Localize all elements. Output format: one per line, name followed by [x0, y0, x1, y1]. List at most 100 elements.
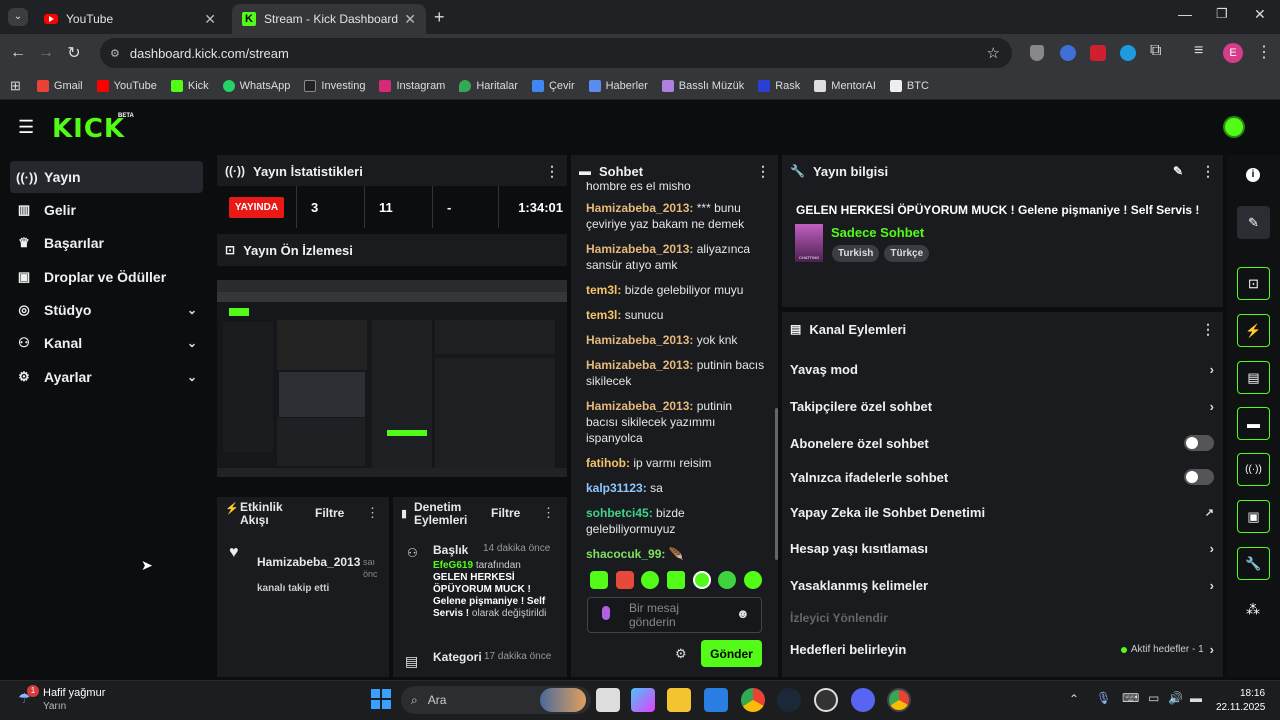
chat-user[interactable]: Hamizabeba_2013: [586, 242, 693, 256]
emote-icon[interactable] [615, 571, 634, 589]
bookmark-btc[interactable]: BTC [889, 79, 929, 92]
action-banned-words[interactable]: Yasaklanmış kelimeler › [790, 578, 1214, 593]
minimize-button[interactable]: — [1178, 6, 1192, 22]
apps-icon[interactable]: ⊞ [10, 78, 21, 94]
tab-youtube[interactable]: YouTube ✕ [34, 4, 226, 34]
activity-user[interactable]: Hamizabeba_2013 [257, 555, 360, 569]
mod-item-user[interactable]: EfeG619 [433, 560, 473, 571]
action-goals[interactable]: Hedefleri belirleyin Aktif hedefler - 1 … [790, 642, 1214, 657]
bookmark-instagram[interactable]: Instagram [379, 79, 445, 92]
chat-settings-icon[interactable]: ⚙ [675, 646, 687, 662]
hamburger-menu-icon[interactable]: ☰ [18, 117, 34, 138]
user-avatar[interactable] [1223, 116, 1245, 138]
puzzle-icon[interactable]: ⧉ [1150, 42, 1161, 60]
bookmark-gmail[interactable]: Gmail [36, 79, 83, 92]
tag-badge[interactable]: Turkish [832, 245, 880, 262]
bookmark-music[interactable]: Basslı Müzük [661, 79, 744, 92]
star-icon[interactable]: ☆ [987, 44, 1000, 62]
sidebar-item-ayarlar[interactable]: ⚙ Ayarlar ⌄ [10, 361, 203, 393]
more-icon[interactable]: ⋮ [366, 505, 379, 521]
emote-only-toggle[interactable] [1184, 469, 1214, 485]
chrome-profile-icon[interactable] [887, 688, 911, 712]
emote-icon[interactable] [718, 571, 737, 589]
edit-rail-button[interactable]: ✎ [1237, 206, 1270, 239]
file-explorer-icon[interactable] [667, 688, 691, 712]
chat-user[interactable]: Hamizabeba_2013: [586, 333, 693, 347]
close-icon[interactable]: ✕ [404, 11, 416, 28]
info-icon[interactable]: i [1246, 168, 1260, 182]
mic-icon[interactable] [602, 606, 610, 620]
profile-avatar[interactable]: E [1223, 43, 1243, 63]
edit-icon[interactable]: ✎ [1173, 164, 1183, 178]
video-rail-button[interactable]: ▣ [1237, 500, 1270, 533]
sidebar-item-kanal[interactable]: ⚇ Kanal ⌄ [10, 327, 203, 359]
bookmark-translate[interactable]: Çevir [531, 79, 575, 92]
chat-user[interactable]: tem3l: [586, 308, 621, 322]
stream-preview[interactable] [217, 280, 567, 477]
steam-icon[interactable] [777, 688, 801, 712]
clock-date[interactable]: 22.11.2025 [1216, 702, 1265, 713]
mic-icon[interactable]: 🎙 [1096, 691, 1111, 705]
vpn-extension-icon[interactable] [1120, 45, 1136, 61]
volume-icon[interactable]: 🔊 [1168, 691, 1183, 705]
preview-rail-button[interactable]: ⊡ [1237, 267, 1270, 300]
more-icon[interactable]: ⋮ [756, 163, 770, 180]
network-icon[interactable]: ▭ [1148, 691, 1159, 705]
chat-user[interactable]: sohbetci45: [586, 506, 653, 520]
bookmark-investing[interactable]: Investing [304, 79, 365, 92]
emote-icon[interactable] [666, 571, 685, 589]
store-icon[interactable] [704, 688, 728, 712]
activity-rail-button[interactable]: ⚡ [1237, 314, 1270, 347]
kick-logo[interactable]: KICK [52, 114, 125, 144]
chat-user[interactable]: Hamizabeba_2013: [586, 201, 693, 215]
emote-icon[interactable] [743, 571, 762, 589]
window-close-button[interactable]: ✕ [1254, 6, 1266, 23]
chat-user[interactable]: fatihob: [586, 456, 630, 470]
keyboard-icon[interactable]: ⌨ [1122, 691, 1139, 705]
discord-icon[interactable] [851, 688, 875, 712]
site-info-icon[interactable]: ⚙ [110, 47, 120, 60]
subs-only-toggle[interactable] [1184, 435, 1214, 451]
clock-time[interactable]: 18:16 [1240, 688, 1265, 699]
mod-rail-button[interactable]: ▤ [1237, 361, 1270, 394]
bookmark-maps[interactable]: Haritalar [459, 79, 518, 92]
more-icon[interactable]: ⋮ [542, 505, 555, 521]
obs-icon[interactable] [814, 688, 838, 712]
info-rail-button[interactable]: 🔧 [1237, 547, 1270, 580]
send-button[interactable]: Gönder [701, 640, 762, 667]
sidebar-item-basarilar[interactable]: ♛ Başarılar [10, 227, 203, 259]
maximize-button[interactable]: ❐ [1216, 6, 1228, 22]
copilot-icon[interactable] [631, 688, 655, 712]
chat-user[interactable]: tem3l: [586, 283, 621, 297]
chat-user[interactable]: Hamizabeba_2013: [586, 399, 693, 413]
stats-rail-button[interactable]: ((·)) [1237, 453, 1270, 486]
battery-icon[interactable]: ▬ [1190, 691, 1202, 705]
action-ai-moderation[interactable]: Yapay Zeka ile Sohbet Denetimi ↗ [790, 505, 1214, 520]
sidebar-item-gelir[interactable]: ▥ Gelir [10, 194, 203, 226]
emoji-icon[interactable]: ☻ [736, 606, 750, 621]
reload-icon[interactable]: ↻ [60, 43, 88, 63]
chat-user[interactable]: shacocuk_99: [586, 547, 665, 561]
menu-icon[interactable]: ⋮ [1256, 42, 1272, 62]
bookmark-mentorai[interactable]: MentorAI [814, 79, 876, 92]
back-icon[interactable]: ← [4, 44, 32, 62]
tab-search-button[interactable]: ⌄ [8, 8, 28, 26]
bookmark-news[interactable]: Haberler [588, 79, 648, 92]
close-icon[interactable]: ✕ [204, 11, 216, 28]
chat-scrollbar[interactable] [775, 408, 778, 560]
bookmark-rask[interactable]: Rask [758, 79, 800, 92]
category-link[interactable]: Sadece Sohbet [831, 225, 924, 240]
sidebar-item-studyo[interactable]: ◎ Stüdyo ⌄ [10, 294, 203, 326]
more-icon[interactable]: ⋮ [1201, 163, 1215, 180]
action-slow-mode[interactable]: Yavaş mod › [790, 362, 1214, 377]
sidebar-item-droplar[interactable]: ▣ Droplar ve Ödüller [10, 261, 203, 293]
task-view-icon[interactable] [596, 688, 620, 712]
more-icon[interactable]: ⋮ [1201, 321, 1215, 338]
action-followers-only[interactable]: Takipçilere özel sohbet › [790, 399, 1214, 414]
emote-icon[interactable] [590, 571, 608, 589]
chrome-icon[interactable] [741, 688, 765, 712]
tab-kick-dashboard[interactable]: K Stream - Kick Dashboard ✕ [232, 4, 426, 34]
address-bar[interactable]: ⚙ dashboard.kick.com/stream ☆ [100, 38, 1012, 68]
shield-extension-icon[interactable] [1030, 45, 1044, 61]
chat-rail-button[interactable]: ▬ [1237, 407, 1270, 440]
